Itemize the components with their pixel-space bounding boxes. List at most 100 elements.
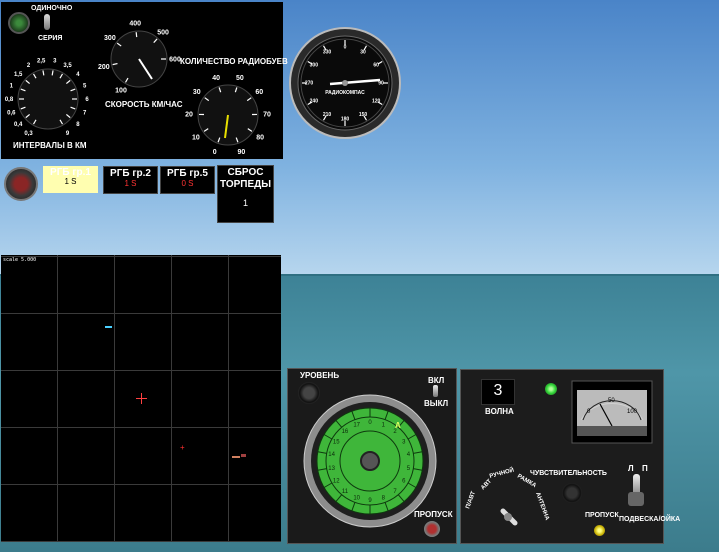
wave-display: 3 xyxy=(481,379,515,405)
radiocompass-tick: 0 xyxy=(344,45,347,51)
interval-tick: 6 xyxy=(85,97,89,103)
buoy-group-2[interactable]: РГБ гр.2 1 S xyxy=(103,166,158,194)
sonar-on-label: ВКЛ xyxy=(428,376,445,385)
receiver-skip-lamp[interactable] xyxy=(594,525,605,536)
sonar-dial-number: 10 xyxy=(353,496,360,502)
receiver-skip-label: ПРОПУСК xyxy=(585,512,619,519)
instrument-panel: ОДИНОЧНО СЕРИЯ 100 200 300 400 500 600 СКОРОС… xyxy=(1,2,288,159)
sonar-skip-label: ПРОПУСК xyxy=(414,510,453,519)
sonar-dial-number: 14 xyxy=(328,452,335,458)
drop-buoy-button[interactable] xyxy=(4,167,38,201)
buoy-group-5-value: 0 S xyxy=(181,179,194,188)
drift-label: ПОДВЕСКА/ОЙКА xyxy=(619,516,681,523)
sensitivity-knob[interactable] xyxy=(562,483,582,503)
radiocompass-tick: 60 xyxy=(373,63,379,69)
interval-tick: 3,5 xyxy=(63,63,72,69)
torpedo-drop-box[interactable]: СБРОС ТОРПЕДЫ 1 xyxy=(217,165,274,223)
interval-tick: 4 xyxy=(76,72,80,78)
buoy-count-gauge: 0 10 20 30 40 50 60 70 80 90 xyxy=(185,75,271,156)
mode-selector[interactable]: П/АВТ АВТ РУЧНОЙ РАМКА АНТЕННА xyxy=(463,465,553,543)
buoy-count-tick: 50 xyxy=(236,75,244,82)
buoy-count-tick: 60 xyxy=(255,89,263,96)
map-ship-marker-2 xyxy=(241,454,246,457)
buoy-group-5[interactable]: РГБ гр.5 0 S xyxy=(160,166,215,194)
radiocompass-gauge: 0 30 60 90 120 150 180 210 240 270 300 330 РАДИОКОМ… xyxy=(289,27,401,139)
torpedo-count: 1 xyxy=(242,198,248,208)
buoy-count-tick: 20 xyxy=(185,112,193,119)
buoy-group-1[interactable]: РГБ гр.1 1 S xyxy=(43,166,98,193)
interval-tick: 5 xyxy=(83,84,87,90)
map-scale-label: scale 5.000 xyxy=(3,257,37,263)
radiocompass-tick: 120 xyxy=(372,99,381,105)
wave-label: ВОЛНА xyxy=(485,407,514,416)
radiocompass-label: РАДИОКОМПАС xyxy=(325,90,365,96)
radiocompass-tick: 90 xyxy=(378,81,384,87)
interval-tick: 1,5 xyxy=(14,72,23,78)
speed-label: СКОРОСТЬ КМ/ЧАС xyxy=(105,100,183,109)
map-target-marker: + xyxy=(180,443,185,452)
sonar-dial-number: 11 xyxy=(342,489,349,495)
interval-tick: 3 xyxy=(53,59,57,65)
buoy-count-tick: 80 xyxy=(256,134,264,141)
interval-tick: 0,4 xyxy=(14,122,23,128)
interval-tick: 2 xyxy=(27,63,31,69)
mode-series-label: СЕРИЯ xyxy=(38,35,63,42)
radiocompass-tick: 270 xyxy=(305,81,314,87)
mode-toggle-switch[interactable] xyxy=(44,14,50,30)
map-contact-marker xyxy=(105,326,112,328)
radiocompass-tick: 330 xyxy=(323,49,332,55)
map-ship-marker xyxy=(232,456,240,458)
radiocompass-tick: 300 xyxy=(310,63,319,69)
sonar-dial-number: 12 xyxy=(333,479,340,485)
buoy-group-5-title: РГБ гр.5 xyxy=(167,168,208,179)
speed-gauge: 100200300400500600 xyxy=(98,21,181,95)
tactical-map[interactable]: scale 5.000 + xyxy=(1,255,281,542)
signal-led xyxy=(545,383,557,395)
interval-label: ИНТЕРВАЛЫ В КМ xyxy=(13,141,87,150)
radiocompass-tick: 180 xyxy=(341,117,350,123)
meter-tick-50: 50 xyxy=(608,398,615,404)
buoy-count-title: КОЛИЧЕСТВО РАДИОБУЕВ xyxy=(180,57,288,66)
buoy-count-tick: 30 xyxy=(193,89,201,96)
series-mode-lamp[interactable] xyxy=(8,12,30,34)
interval-tick: 1 xyxy=(10,84,14,90)
radiocompass-tick: 210 xyxy=(323,112,332,118)
interval-gauge: 0,30,4 0,6 0,8 11,5 2 2,5 3 3,5 45 6 789 xyxy=(5,59,90,137)
signal-meter: 0 50 100 xyxy=(571,380,653,444)
sonar-skip-button[interactable] xyxy=(424,521,440,537)
buoy-group-2-value: 1 S xyxy=(124,179,137,188)
interval-tick: 0,3 xyxy=(24,131,33,137)
buoy-count-tick: 70 xyxy=(263,112,271,119)
sonar-marker: A xyxy=(395,421,401,430)
sonar-panel: УРОВЕНЬ ВКЛ ВЫКЛ 0 1 2 3 4 5 6 7 8 9 10 11 12 13 14 15 1… xyxy=(287,368,457,544)
buoy-count-tick: 0 xyxy=(213,149,217,156)
radiocompass-tick: 30 xyxy=(360,49,366,55)
speed-tick: 200 xyxy=(98,64,110,71)
sonar-dial-number: 15 xyxy=(333,440,340,446)
mode-manual: РУЧНОЙ xyxy=(488,466,514,480)
torpedo-drop-title: СБРОС ТОРПЕДЫ xyxy=(219,167,272,190)
buoy-count-tick: 40 xyxy=(212,75,220,82)
interval-tick: 2,5 xyxy=(37,59,46,65)
sonar-dial-number: 17 xyxy=(353,422,360,428)
interval-tick: 7 xyxy=(83,110,87,116)
interval-tick: 9 xyxy=(66,131,70,137)
map-crosshair-icon xyxy=(136,393,147,404)
mode-avt: АВТ xyxy=(480,478,493,491)
buoy-group-1-value: 1 S xyxy=(64,177,77,186)
mode-pavt: П/АВТ xyxy=(465,490,477,509)
wave-value: 3 xyxy=(493,382,503,399)
radiocompass-tick: 150 xyxy=(359,112,368,118)
speed-tick: 500 xyxy=(157,30,169,37)
speed-tick: 300 xyxy=(104,35,116,42)
buoy-group-2-title: РГБ гр.2 xyxy=(110,168,151,179)
interval-tick: 8 xyxy=(76,122,80,128)
receiver-panel: 3 ВОЛНА 0 50 100 ЧУВСТВИТЕЛЬНОСТЬ П/АВТ … xyxy=(460,369,680,544)
buoy-count-tick: 10 xyxy=(192,134,200,141)
sonar-level-label: УРОВЕНЬ xyxy=(300,371,340,380)
switch-p-label: П xyxy=(642,464,648,473)
speed-tick: 400 xyxy=(129,21,141,28)
meter-tick-100: 100 xyxy=(627,409,638,415)
speed-tick: 100 xyxy=(115,88,127,95)
sonar-dial[interactable]: 0 1234567891011121314151617 A xyxy=(303,394,437,528)
